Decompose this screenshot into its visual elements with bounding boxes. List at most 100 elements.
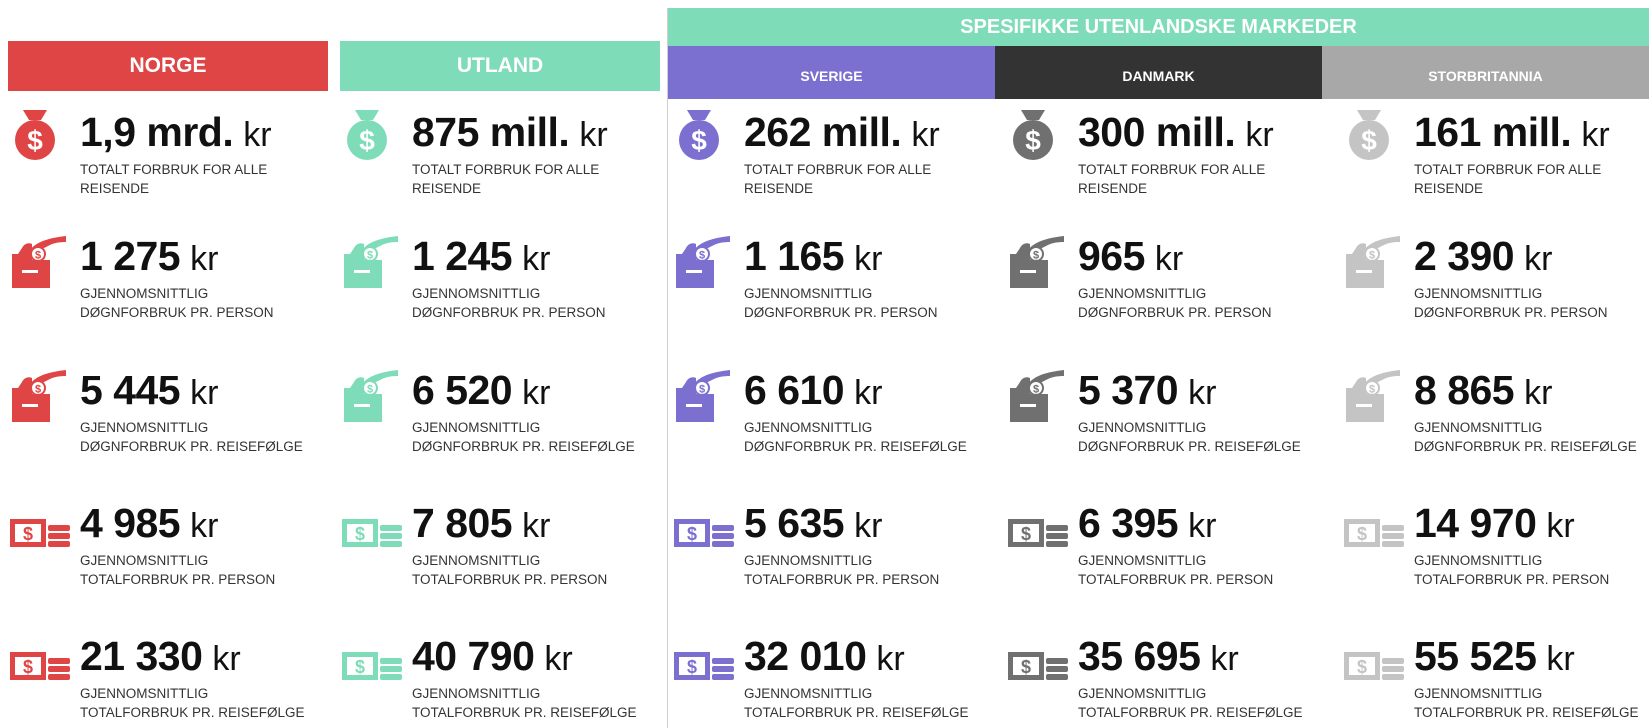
svg-text:$: $ xyxy=(1357,524,1367,544)
metric-value: 161 mill. kr xyxy=(1414,112,1610,153)
metric-number: 5 445 xyxy=(80,367,181,413)
hand-donation-box-icon: $ xyxy=(672,364,736,433)
metric-label-line1: TOTALT FORBRUK FOR ALLE xyxy=(1414,162,1602,177)
metric-label-line2: TOTALFORBRUK PR. PERSON xyxy=(412,572,608,587)
market-group-divider xyxy=(667,8,668,728)
metric-label: GJENNOMSNITTLIG DØGNFORBRUK PR. REISEFØLG… xyxy=(80,418,303,456)
svg-text:$: $ xyxy=(1357,657,1367,677)
metric-number: 262 mill. xyxy=(744,109,902,155)
money-bag-icon: $ xyxy=(8,106,72,175)
metric-label-line2: REISENDE xyxy=(412,181,482,196)
svg-text:$: $ xyxy=(355,524,365,544)
metric-number: 5 370 xyxy=(1078,367,1179,413)
column-header-label: SVERIGE xyxy=(800,68,863,84)
metric-unit: kr xyxy=(1245,116,1274,154)
hand-donation-box-icon: $ xyxy=(672,230,736,299)
metric-label-line1: GJENNOMSNITTLIG xyxy=(80,553,209,568)
metric-value: 32 010 kr xyxy=(744,636,905,677)
svg-text:$: $ xyxy=(27,125,43,156)
svg-text:$: $ xyxy=(35,250,41,262)
svg-text:$: $ xyxy=(1033,250,1039,262)
svg-text:$: $ xyxy=(23,657,33,677)
column-header-sverige: SVERIGE xyxy=(668,46,995,99)
svg-text:$: $ xyxy=(1021,524,1031,544)
metric-label-line1: GJENNOMSNITTLIG xyxy=(744,420,873,435)
market-group-title: SPESIFIKKE UTENLANDSKE MARKEDER xyxy=(960,16,1357,38)
metric-label-line2: DØGNFORBRUK PR. REISEFØLGE xyxy=(1414,439,1637,454)
svg-text:$: $ xyxy=(355,657,365,677)
metric-value: 965 kr xyxy=(1078,236,1183,277)
metric-value: 55 525 kr xyxy=(1414,636,1575,677)
svg-text:$: $ xyxy=(691,125,707,156)
metric-unit: kr xyxy=(243,116,272,154)
metric-label-line1: GJENNOMSNITTLIG xyxy=(1078,686,1207,701)
metric-unit: kr xyxy=(1524,240,1553,278)
metric-label-line2: DØGNFORBRUK PR. PERSON xyxy=(1078,305,1272,320)
metric-number: 965 xyxy=(1078,233,1145,279)
metric-number: 14 970 xyxy=(1414,500,1537,546)
hand-donation-box-icon: $ xyxy=(8,364,72,433)
metric-number: 1 275 xyxy=(80,233,181,279)
metric-label-line2: REISENDE xyxy=(1414,181,1484,196)
metric-label: GJENNOMSNITTLIG TOTALFORBRUK PR. PERSON xyxy=(1414,551,1609,589)
metric-unit: kr xyxy=(1154,240,1184,278)
column-header-label: DANMARK xyxy=(1122,68,1195,84)
metric-number: 5 635 xyxy=(744,500,845,546)
metric-label-line1: GJENNOMSNITTLIG xyxy=(1414,286,1543,301)
metric-label: GJENNOMSNITTLIG DØGNFORBRUK PR. PERSON xyxy=(80,284,274,322)
column-header-danmark: DANMARK xyxy=(995,46,1322,99)
metric-label-line2: TOTALFORBRUK PR. REISEFØLGE xyxy=(1078,705,1303,720)
metric-label-line1: GJENNOMSNITTLIG xyxy=(80,420,209,435)
metric-label-line2: DØGNFORBRUK PR. REISEFØLGE xyxy=(1078,439,1301,454)
metric-label: GJENNOMSNITTLIG DØGNFORBRUK PR. PERSON xyxy=(744,284,938,322)
metric-label-line2: DØGNFORBRUK PR. PERSON xyxy=(744,305,938,320)
metric-value: 1 275 kr xyxy=(80,236,218,277)
metric-label-line2: DØGNFORBRUK PR. PERSON xyxy=(1414,305,1608,320)
bill-cash-icon: $ xyxy=(8,632,72,701)
metric-unit: kr xyxy=(190,374,219,412)
metric-label: GJENNOMSNITTLIG DØGNFORBRUK PR. REISEFØLG… xyxy=(744,418,967,456)
metric-unit: kr xyxy=(1524,374,1553,412)
column-header-label: STORBRITANNIA xyxy=(1428,68,1543,84)
metric-label-line1: TOTALT FORBRUK FOR ALLE xyxy=(412,162,600,177)
metric-value: 1 165 kr xyxy=(744,236,882,277)
metric-unit: kr xyxy=(1188,374,1217,412)
metric-number: 2 390 xyxy=(1414,233,1515,279)
svg-text:$: $ xyxy=(367,384,373,396)
metric-label-line2: DØGNFORBRUK PR. REISEFØLGE xyxy=(744,439,967,454)
metric-label: GJENNOMSNITTLIG DØGNFORBRUK PR. REISEFØLG… xyxy=(1078,418,1301,456)
svg-text:$: $ xyxy=(1361,125,1377,156)
metric-value: 1,9 mrd. kr xyxy=(80,112,272,153)
metric-value: 875 mill. kr xyxy=(412,112,608,153)
metric-label-line2: DØGNFORBRUK PR. REISEFØLGE xyxy=(412,439,635,454)
metric-label: GJENNOMSNITTLIG TOTALFORBRUK PR. PERSON xyxy=(1078,551,1273,589)
money-bag-icon: $ xyxy=(1006,106,1070,175)
metric-number: 6 395 xyxy=(1078,500,1179,546)
metric-unit: kr xyxy=(876,640,905,678)
metric-label: GJENNOMSNITTLIG TOTALFORBRUK PR. REISEFØL… xyxy=(744,684,969,722)
metric-value: 5 635 kr xyxy=(744,503,882,544)
metric-label-line1: GJENNOMSNITTLIG xyxy=(412,420,541,435)
metric-unit: kr xyxy=(1546,640,1575,678)
metric-unit: kr xyxy=(854,374,883,412)
metric-label-line1: GJENNOMSNITTLIG xyxy=(744,686,873,701)
metric-label-line1: GJENNOMSNITTLIG xyxy=(412,686,541,701)
metric-unit: kr xyxy=(1210,640,1239,678)
metric-label: GJENNOMSNITTLIG TOTALFORBRUK PR. REISEFØL… xyxy=(1078,684,1303,722)
bill-cash-icon: $ xyxy=(340,499,404,568)
hand-donation-box-icon: $ xyxy=(340,230,404,299)
metric-label: GJENNOMSNITTLIG DØGNFORBRUK PR. PERSON xyxy=(1078,284,1272,322)
metric-unit: kr xyxy=(522,240,551,278)
bill-cash-icon: $ xyxy=(1342,632,1406,701)
metric-label: TOTALT FORBRUK FOR ALLE REISENDE xyxy=(1078,160,1265,198)
metric-unit: kr xyxy=(190,507,219,545)
svg-text:$: $ xyxy=(1025,125,1041,156)
metric-number: 1,9 mrd. xyxy=(80,109,234,155)
metric-label-line1: GJENNOMSNITTLIG xyxy=(1078,553,1207,568)
metric-unit: kr xyxy=(522,507,551,545)
svg-text:$: $ xyxy=(1021,657,1031,677)
metric-value: 6 610 kr xyxy=(744,370,882,411)
svg-text:$: $ xyxy=(699,250,705,262)
metric-unit: kr xyxy=(579,116,608,154)
metric-label: GJENNOMSNITTLIG TOTALFORBRUK PR. PERSON xyxy=(80,551,275,589)
